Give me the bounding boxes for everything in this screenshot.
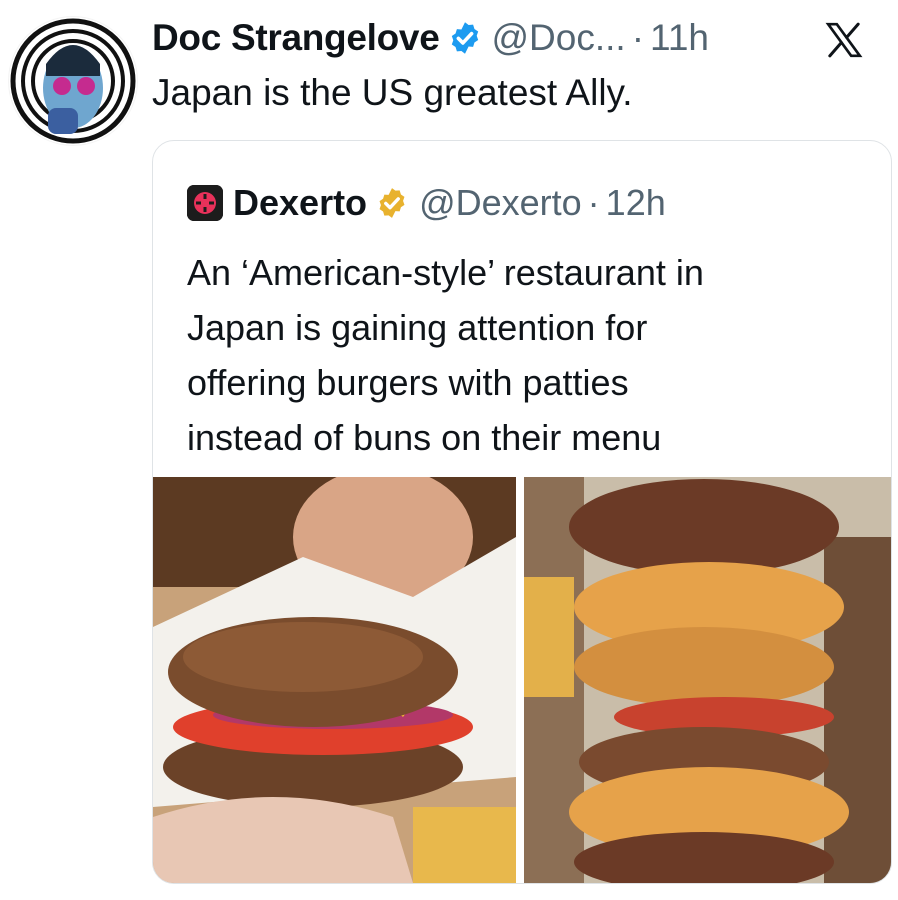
quoted-text-line: instead of buns on their menu	[187, 417, 662, 458]
media-image-burger-hand[interactable]	[153, 477, 516, 883]
post-header: Doc Strangelove @Doc... · 11h	[152, 14, 709, 62]
post-time[interactable]: 11h	[650, 17, 709, 59]
author-avatar[interactable]	[8, 16, 138, 146]
verified-badge-icon	[447, 20, 483, 56]
quoted-text-line: Japan is gaining attention for	[187, 307, 648, 348]
quoted-post-time[interactable]: 12h	[606, 182, 666, 224]
quoted-text-line: offering burgers with patties	[187, 362, 629, 403]
gold-verified-badge-icon	[375, 186, 409, 220]
quoted-author-name[interactable]: Dexerto	[233, 182, 367, 224]
avatar-illustration	[9, 17, 137, 145]
quoted-post-text: An ‘American-style’ restaurant in Japan …	[187, 245, 877, 465]
separator-dot: ·	[631, 17, 645, 58]
quoted-post-header: Dexerto @Dexerto · 12h	[187, 181, 666, 225]
x-logo-icon[interactable]	[824, 20, 864, 60]
media-image-burger-stack[interactable]	[524, 477, 891, 883]
dexerto-logo-icon	[187, 185, 223, 221]
post-text: Japan is the US greatest Ally.	[152, 72, 633, 113]
quoted-text-line: An ‘American-style’ restaurant in	[187, 252, 704, 293]
separator-dot: ·	[587, 182, 600, 223]
author-name[interactable]: Doc Strangelove	[152, 17, 440, 59]
quoted-post-card[interactable]: Dexerto @Dexerto · 12h An ‘American-styl…	[152, 140, 892, 884]
author-handle[interactable]: @Doc...	[491, 17, 625, 59]
media-grid	[153, 477, 891, 883]
quoted-author-handle[interactable]: @Dexerto	[419, 182, 582, 224]
